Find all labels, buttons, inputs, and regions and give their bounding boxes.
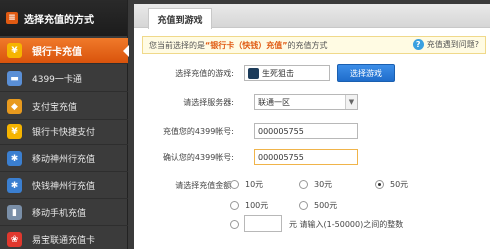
game-value: 生死狙击 — [262, 68, 294, 78]
amount-option-label: 500元 — [314, 201, 338, 210]
server-select[interactable]: 联通一区 ▼ — [254, 94, 358, 110]
payment-method-sidebar: ≡ 选择充值的方式 ¥ 银行卡充值 ▬ 4399一卡通 ◆ 支付宝充值 ¥ 银行卡快捷支付 ✱ 移… — [0, 0, 129, 249]
account-value: 000005755 — [258, 126, 304, 136]
unicom-icon: ❀ — [7, 232, 22, 247]
sidebar-item-label: 银行卡快捷支付 — [32, 128, 96, 138]
help-link[interactable]: ? 充值遇到问题? — [412, 39, 479, 50]
amount-option-10[interactable]: 10元 — [230, 179, 263, 190]
radio-button — [230, 220, 239, 229]
amount-option-custom[interactable] — [230, 220, 245, 229]
radio-button — [230, 180, 239, 189]
menu-icon: ≡ — [6, 12, 18, 24]
sidebar-item-5[interactable]: ✱ 快钱神州行充值 — [0, 173, 128, 199]
select-game-button[interactable]: 选择游戏 — [337, 64, 395, 82]
sidebar-item-label: 移动神州行充值 — [32, 155, 96, 165]
radio-button — [375, 180, 384, 189]
amount-option-100[interactable]: 100元 — [230, 200, 268, 211]
sidebar-item-1[interactable]: ▬ 4399一卡通 — [0, 66, 128, 92]
account-input[interactable]: 000005755 — [254, 123, 358, 139]
amount-option-label: 100元 — [245, 201, 269, 210]
sidebar-title: 选择充值的方式 — [24, 14, 94, 26]
sidebar-item-label: 易宝联通充值卡 — [32, 236, 96, 246]
mobile-logo-icon: ✱ — [7, 151, 22, 166]
confirm-account-label: 确认您的4399帐号: — [162, 153, 234, 162]
help-label: 充值遇到问题? — [426, 40, 479, 49]
confirm-account-input[interactable]: 000005755 — [254, 149, 358, 165]
tab-bar: 充值到游戏 — [134, 4, 490, 29]
phone-icon: ▮ — [7, 205, 22, 220]
sidebar-item-3[interactable]: ¥ 银行卡快捷支付 — [0, 119, 128, 145]
sidebar-item-2[interactable]: ◆ 支付宝充值 — [0, 94, 128, 120]
sidebar-item-7[interactable]: ❀ 易宝联通充值卡 — [0, 227, 128, 249]
game-thumbnail-icon — [248, 67, 259, 79]
confirm-account-value: 000005755 — [258, 152, 304, 162]
yen-icon: ¥ — [7, 124, 22, 139]
sidebar-header: ≡ 选择充值的方式 — [0, 0, 127, 36]
sidebar-item-6[interactable]: ▮ 移动手机充值 — [0, 200, 128, 226]
amount-option-label: 50元 — [390, 180, 409, 189]
recharge-panel: 充值到游戏 您当前选择的是 “银行卡（快钱）充值” 的充值方式 ? 充值遇到问题… — [134, 4, 490, 249]
question-icon: ? — [412, 39, 424, 50]
radio-button — [230, 201, 239, 210]
alipay-shield-icon: ◆ — [7, 99, 22, 114]
sidebar-item-label: 支付宝充值 — [32, 103, 78, 113]
account-label: 充值您的4399帐号: — [162, 127, 234, 136]
amount-option-label: 30元 — [314, 180, 333, 189]
amount-option-50[interactable]: 50元 — [375, 179, 408, 190]
yen-icon: ¥ — [7, 43, 22, 58]
amount-option-30[interactable]: 30元 — [299, 179, 332, 190]
notice-prefix: 您当前选择的是 — [149, 40, 205, 50]
tab-recharge-to-game[interactable]: 充值到游戏 — [148, 8, 212, 29]
sidebar-item-label: 4399一卡通 — [32, 75, 82, 85]
sidebar-item-label: 银行卡充值 — [32, 47, 82, 58]
mobile-logo-icon: ✱ — [7, 178, 22, 193]
server-label: 请选择服务器: — [183, 98, 234, 107]
chevron-down-icon: ▼ — [345, 95, 357, 109]
custom-amount-input[interactable] — [244, 215, 282, 232]
amount-option-label: 10元 — [245, 180, 264, 189]
sidebar-item-label: 快钱神州行充值 — [32, 182, 96, 192]
game-label: 选择充值的游戏: — [175, 69, 234, 78]
radio-button — [299, 201, 308, 210]
card-icon: ▬ — [7, 71, 22, 86]
radio-button — [299, 180, 308, 189]
custom-amount-hint: 元 请输入(1-50000)之间的整数 — [289, 220, 404, 229]
game-field[interactable]: 生死狙击 — [244, 65, 330, 81]
amount-option-500[interactable]: 500元 — [299, 200, 337, 211]
notice-suffix: 的充值方式 — [287, 40, 328, 50]
notice-bar: 您当前选择的是 “银行卡（快钱）充值” 的充值方式 ? 充值遇到问题? — [142, 36, 486, 54]
amount-label: 请选择充值金额: — [175, 181, 234, 190]
sidebar-item-0[interactable]: ¥ 银行卡充值 — [0, 38, 129, 64]
server-value: 联通一区 — [258, 97, 290, 107]
sidebar-item-4[interactable]: ✱ 移动神州行充值 — [0, 146, 128, 172]
sidebar-item-label: 移动手机充值 — [32, 209, 87, 219]
notice-method: “银行卡（快钱）充值” — [205, 40, 288, 50]
